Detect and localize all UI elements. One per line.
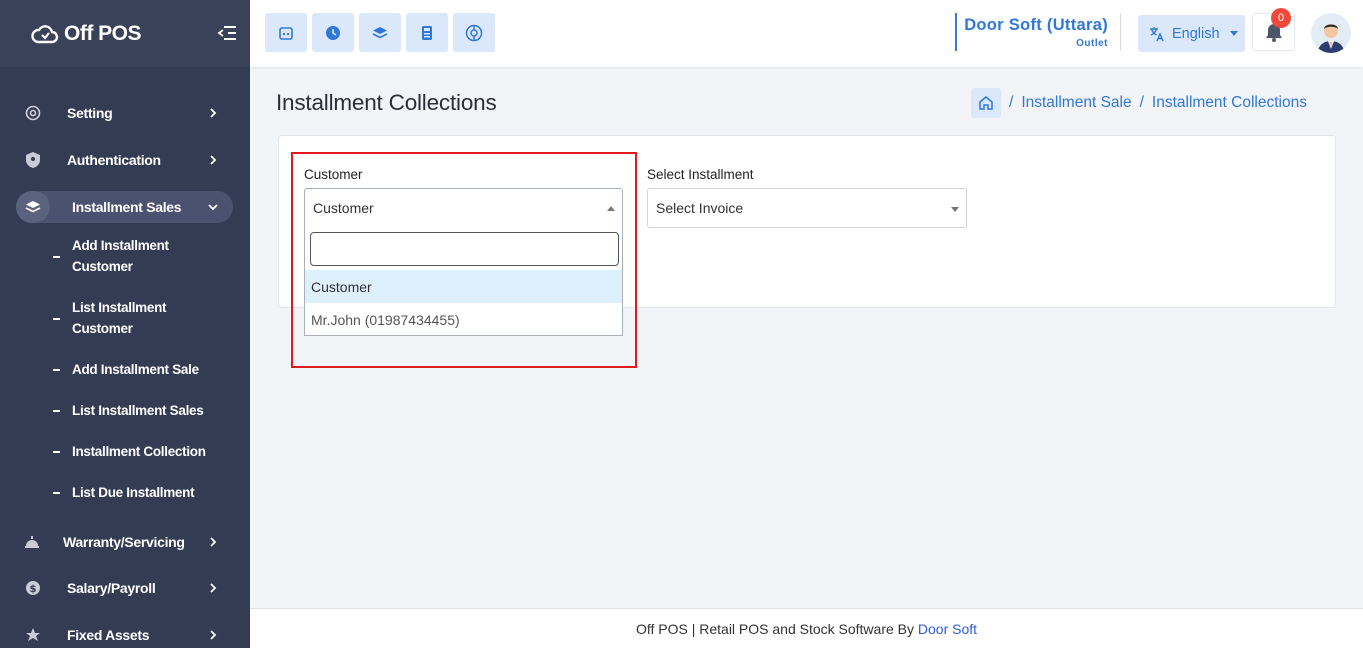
breadcrumb-home-button[interactable] xyxy=(971,88,1001,118)
pos-register-icon xyxy=(279,26,293,40)
gear-icon xyxy=(24,104,42,122)
sidebar-item-label: Warranty/Servicing xyxy=(63,534,185,550)
sidebar-subitem-label: List Installment Customer xyxy=(72,300,167,336)
sub-dash xyxy=(53,492,60,494)
sidebar-item-label: Salary/Payroll xyxy=(67,580,156,596)
sub-dash xyxy=(53,451,60,453)
sidebar-subitem-label: Add Installment Customer xyxy=(72,238,169,274)
installment-select-value: Select Invoice xyxy=(656,200,744,216)
sidebar-subitem-label: Add Installment Sale xyxy=(72,362,199,377)
breadcrumb: / Installment Sale / Installment Collect… xyxy=(971,88,1307,118)
installment-select[interactable]: Select Invoice xyxy=(647,188,967,228)
breadcrumb-link-installment-sale[interactable]: Installment Sale xyxy=(1021,94,1131,112)
quick-clock-button[interactable] xyxy=(312,13,354,52)
sub-dash xyxy=(53,369,60,371)
user-avatar-icon xyxy=(1311,13,1351,53)
breadcrumb-current: Installment Collections xyxy=(1151,94,1307,111)
sidebar-toggle-button[interactable] xyxy=(216,22,238,44)
quick-settings-button[interactable] xyxy=(453,13,495,52)
sidebar-item-installment-sales[interactable]: Installment Sales xyxy=(0,191,250,223)
sub-dash xyxy=(53,256,60,258)
quick-layers-button[interactable] xyxy=(359,13,401,52)
sub-dash xyxy=(53,410,60,412)
home-icon xyxy=(979,96,993,110)
footer: Off POS | Retail POS and Stock Software … xyxy=(250,608,1363,648)
calculator-icon xyxy=(422,25,432,40)
page-title: Installment Collections xyxy=(276,90,497,115)
svg-text:$: $ xyxy=(30,584,37,595)
menu-collapse-icon xyxy=(217,26,236,40)
caret-down-icon xyxy=(951,207,959,212)
outlet-name: Door Soft (Uttara) xyxy=(964,16,1108,34)
installment-label: Select Installment xyxy=(647,167,754,182)
chevron-right-icon xyxy=(210,155,217,165)
quick-pos-button[interactable] xyxy=(265,13,307,52)
sidebar-item-warranty-servicing[interactable]: Warranty/Servicing xyxy=(0,526,250,558)
service-bell-icon xyxy=(23,533,41,551)
sidebar-subitem-label: Installment Collection xyxy=(72,444,206,459)
layers-icon xyxy=(372,26,388,38)
sidebar-item-salary-payroll[interactable]: $ Salary/Payroll xyxy=(0,572,250,604)
highlight-box xyxy=(291,152,637,368)
app-logo[interactable]: Off POS xyxy=(30,21,142,46)
asset-icon xyxy=(24,626,42,644)
chevron-right-icon xyxy=(210,537,217,547)
quick-calculator-button[interactable] xyxy=(406,13,448,52)
settings-wheel-icon xyxy=(465,24,483,41)
chevron-down-icon xyxy=(208,204,218,211)
translate-icon xyxy=(1150,26,1164,41)
breadcrumb-separator: / xyxy=(1139,94,1144,111)
sidebar-item-setting[interactable]: Setting xyxy=(0,97,250,129)
chevron-right-icon xyxy=(210,108,217,118)
caret-down-icon xyxy=(1229,31,1238,36)
notification-badge: 0 xyxy=(1271,8,1291,28)
chevron-right-icon xyxy=(210,583,217,593)
top-header: Door Soft (Uttara) Outlet English 0 xyxy=(250,0,1363,67)
breadcrumb-separator: / xyxy=(1009,94,1014,111)
sidebar-item-label: Authentication xyxy=(67,152,161,168)
sidebar-item-label: Installment Sales xyxy=(72,199,182,215)
sidebar-item-fixed-assets[interactable]: Fixed Assets xyxy=(0,619,250,648)
sidebar-item-label: Setting xyxy=(67,105,113,121)
sidebar: Off POS Setting Authentication Installme… xyxy=(0,0,250,648)
outlet-label: Outlet xyxy=(1076,38,1108,49)
clock-icon xyxy=(326,25,340,40)
language-label: English xyxy=(1172,25,1220,42)
sidebar-item-authentication[interactable]: Authentication xyxy=(0,144,250,176)
sidebar-subitem-label: List Installment Sales xyxy=(72,403,204,418)
app-logo-text: Off POS xyxy=(64,21,142,45)
sub-dash xyxy=(53,318,60,320)
dollar-icon: $ xyxy=(24,579,42,597)
chevron-right-icon xyxy=(210,630,217,640)
cloud-logo-icon xyxy=(31,24,59,43)
user-avatar[interactable] xyxy=(1311,13,1351,53)
footer-link-door-soft[interactable]: Door Soft xyxy=(918,621,977,637)
footer-text: Off POS | Retail POS and Stock Software … xyxy=(635,621,915,637)
layers-icon xyxy=(24,198,42,216)
sidebar-subitem-label: List Due Installment xyxy=(72,485,195,500)
logo-bar: Off POS xyxy=(0,0,250,67)
language-dropdown[interactable]: English xyxy=(1138,15,1245,52)
sidebar-item-label: Fixed Assets xyxy=(67,627,150,643)
shield-icon xyxy=(24,151,42,169)
outlet-selector[interactable]: Door Soft (Uttara) Outlet xyxy=(955,13,1121,51)
